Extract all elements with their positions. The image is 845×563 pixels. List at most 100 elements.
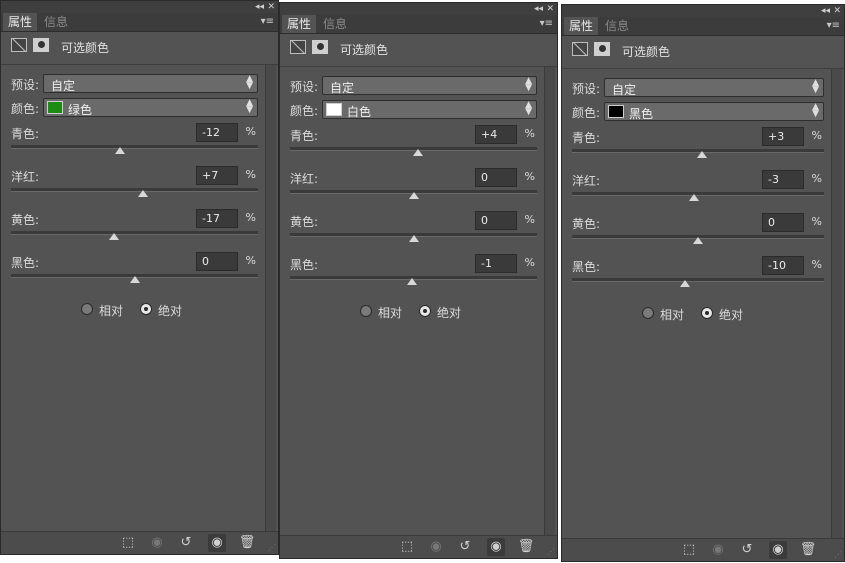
tab-info[interactable]: 信息	[39, 13, 73, 31]
view-previous-icon[interactable]: ◉	[148, 534, 166, 552]
yellow-label: 黄色:	[11, 213, 40, 227]
close-icon[interactable]: ✕	[546, 3, 554, 15]
delete-icon[interactable]: 🗑	[517, 538, 535, 556]
delete-icon[interactable]: 🗑	[238, 534, 256, 552]
percent-label: %	[245, 254, 256, 267]
color-select[interactable]: 白色 ▲ ▼	[322, 100, 537, 119]
relative-radio-dot[interactable]	[642, 307, 654, 319]
relative-radio-dot[interactable]	[360, 305, 372, 317]
selective-color-icon[interactable]	[572, 42, 588, 56]
yellow-value-field[interactable]: 0	[762, 213, 804, 232]
panel-menu-icon[interactable]: ▾≡	[540, 18, 553, 29]
tab-properties[interactable]: 属性	[564, 17, 599, 35]
panel-menu-icon[interactable]: ▾≡	[827, 20, 840, 31]
black-slider-track[interactable]	[572, 278, 824, 282]
yellow-slider-track[interactable]	[11, 231, 258, 235]
layer-mask-icon[interactable]	[33, 38, 49, 52]
color-label: 颜色:	[11, 102, 40, 116]
collapse-icon[interactable]: ◂◂	[255, 1, 264, 13]
black-slider-thumb[interactable]	[407, 278, 418, 285]
absolute-radio-dot[interactable]	[701, 307, 713, 319]
tab-bar: 属性 信息 ▾≡	[562, 17, 844, 36]
delete-icon[interactable]: 🗑	[799, 541, 817, 559]
preset-select[interactable]: 自定 ▲ ▼	[322, 76, 537, 95]
relative-radio-dot[interactable]	[81, 303, 93, 315]
panel-footer: ⬚ ◉ ↺ ◉ 🗑 ⋰	[1, 531, 278, 554]
reset-icon[interactable]: ↺	[738, 541, 756, 559]
close-icon[interactable]: ✕	[833, 5, 841, 17]
black-value-field[interactable]: -10	[762, 256, 804, 275]
tab-properties[interactable]: 属性	[282, 15, 317, 33]
absolute-radio-dot[interactable]	[419, 305, 431, 317]
tab-properties[interactable]: 属性	[3, 13, 38, 31]
magenta-slider-thumb[interactable]	[689, 194, 700, 201]
magenta-slider-thumb[interactable]	[138, 190, 149, 197]
black-slider-thumb[interactable]	[680, 280, 691, 287]
magenta-value-field[interactable]: +7	[196, 166, 238, 185]
clip-to-layer-icon[interactable]: ⬚	[119, 534, 137, 552]
reset-icon[interactable]: ↺	[177, 534, 195, 552]
view-previous-icon[interactable]: ◉	[427, 538, 445, 556]
close-icon[interactable]: ✕	[267, 1, 275, 13]
cyan-slider-thumb[interactable]	[114, 147, 125, 154]
reset-icon[interactable]: ↺	[456, 538, 474, 556]
panel-header: 可选颜色	[280, 34, 557, 64]
black-value-field[interactable]: -1	[475, 254, 517, 273]
yellow-slider-thumb[interactable]	[408, 235, 419, 242]
yellow-slider-thumb[interactable]	[108, 233, 119, 240]
layer-mask-icon[interactable]	[594, 42, 610, 56]
resize-grip-icon[interactable]: ⋰	[268, 543, 276, 552]
preset-select[interactable]: 自定 ▲ ▼	[43, 74, 258, 93]
relative-label: 相对	[378, 306, 403, 320]
vertical-scrollbar[interactable]	[544, 67, 555, 536]
cyan-value-field[interactable]: +3	[762, 127, 804, 146]
clip-to-layer-icon[interactable]: ⬚	[680, 541, 698, 559]
tab-info[interactable]: 信息	[600, 17, 634, 35]
magenta-slider-track[interactable]	[11, 188, 258, 192]
cyan-label: 青色:	[290, 129, 319, 143]
view-previous-icon[interactable]: ◉	[709, 541, 727, 559]
magenta-slider-thumb[interactable]	[408, 192, 419, 199]
cyan-slider-thumb[interactable]	[696, 151, 707, 158]
yellow-slider-row: 黄色: 0 %	[562, 213, 844, 257]
yellow-value-field[interactable]: 0	[475, 211, 517, 230]
resize-grip-icon[interactable]: ⋰	[547, 547, 555, 556]
black-slider-row: 黑色: -10 %	[562, 256, 844, 300]
percent-label: %	[811, 215, 822, 228]
visibility-icon[interactable]: ◉	[208, 534, 226, 552]
absolute-radio-dot[interactable]	[140, 303, 152, 315]
layer-mask-icon[interactable]	[312, 40, 328, 54]
black-label: 黑色:	[11, 256, 40, 270]
yellow-value-field[interactable]: -17	[196, 209, 238, 228]
color-select[interactable]: 绿色 ▲ ▼	[43, 98, 258, 117]
magenta-value-field[interactable]: 0	[475, 168, 517, 187]
collapse-icon[interactable]: ◂◂	[534, 3, 543, 15]
cyan-slider-row: 青色: +3 %	[562, 127, 844, 171]
selective-color-icon[interactable]	[11, 38, 27, 52]
yellow-slider-thumb[interactable]	[693, 237, 703, 244]
black-slider-thumb[interactable]	[129, 276, 140, 283]
resize-grip-icon[interactable]: ⋰	[834, 550, 842, 559]
vertical-scrollbar[interactable]	[265, 65, 276, 532]
cyan-slider-thumb[interactable]	[413, 149, 424, 156]
cyan-slider-track[interactable]	[11, 145, 258, 149]
tab-bar: 属性 信息 ▾≡	[1, 13, 278, 32]
selective-color-icon[interactable]	[290, 40, 306, 54]
cyan-label: 青色:	[11, 127, 40, 141]
black-value-field[interactable]: 0	[196, 252, 238, 271]
color-select[interactable]: 黑色 ▲ ▼	[604, 102, 824, 121]
preset-select[interactable]: 自定 ▲ ▼	[604, 78, 824, 97]
visibility-icon[interactable]: ◉	[487, 538, 505, 556]
preset-value: 自定	[51, 79, 76, 93]
collapse-icon[interactable]: ◂◂	[821, 5, 830, 17]
visibility-icon[interactable]: ◉	[769, 541, 787, 559]
magenta-value-field[interactable]: -3	[762, 170, 804, 189]
cyan-value-field[interactable]: +4	[475, 125, 517, 144]
cyan-value-field[interactable]: -12	[196, 123, 238, 142]
black-label: 黑色:	[572, 260, 601, 274]
clip-to-layer-icon[interactable]: ⬚	[398, 538, 416, 556]
vertical-scrollbar[interactable]	[831, 69, 842, 539]
yellow-label: 黄色:	[572, 217, 601, 231]
panel-menu-icon[interactable]: ▾≡	[261, 16, 274, 27]
tab-info[interactable]: 信息	[318, 15, 352, 33]
